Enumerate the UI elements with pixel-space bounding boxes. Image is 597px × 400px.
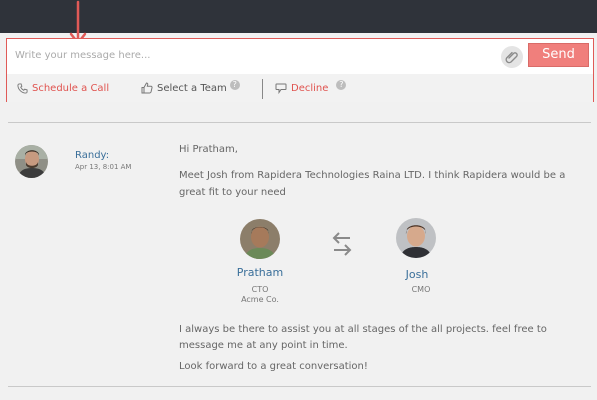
message-closing: Look forward to a great conversation! (179, 361, 368, 372)
paperclip-icon[interactable] (501, 46, 523, 68)
sender-name[interactable]: Randy: (75, 150, 109, 161)
actions-divider (262, 79, 263, 99)
select-team-label: Select a Team (157, 82, 227, 94)
pratham-role: CTO (251, 285, 269, 294)
message-greeting: Hi Pratham, (179, 144, 238, 155)
composer-actions: Schedule a Call Select a Team ? Decline … (7, 74, 593, 102)
top-bar (0, 0, 597, 33)
team-help-icon[interactable]: ? (229, 80, 240, 90)
avatar (15, 145, 48, 178)
pratham-company: Acme Co. (241, 295, 279, 304)
josh-role: CMO (411, 285, 431, 294)
speech-bubble-icon (275, 83, 287, 94)
schedule-call-button[interactable]: Schedule a Call (17, 74, 109, 102)
pratham-name[interactable]: Pratham (220, 266, 300, 279)
decline-label: Decline (291, 82, 329, 94)
message-intro: Meet Josh from Rapidera Technologies Rai… (179, 170, 566, 198)
josh-avatar (396, 218, 436, 258)
schedule-call-label: Schedule a Call (32, 82, 110, 94)
top-divider (8, 122, 591, 123)
send-button[interactable]: Send (528, 43, 589, 67)
swap-arrows-icon (332, 232, 352, 256)
message-input[interactable] (7, 39, 497, 72)
bottom-divider (8, 386, 591, 387)
decline-help-icon[interactable]: ? (336, 80, 347, 90)
composer-input-row: Send (7, 39, 593, 74)
select-team-button[interactable]: Select a Team ? (141, 74, 240, 102)
decline-button[interactable]: Decline ? (275, 74, 347, 102)
josh-name[interactable]: Josh (377, 268, 457, 281)
phone-icon (17, 82, 28, 94)
pratham-avatar (240, 219, 280, 259)
message-composer: Send Schedule a Call Select a Team ? Dec… (6, 38, 594, 102)
message-assist: I always be there to assist you at all s… (179, 324, 547, 351)
thumbs-up-icon (141, 82, 153, 94)
message-timestamp: Apr 13, 8:01 AM (75, 163, 132, 171)
